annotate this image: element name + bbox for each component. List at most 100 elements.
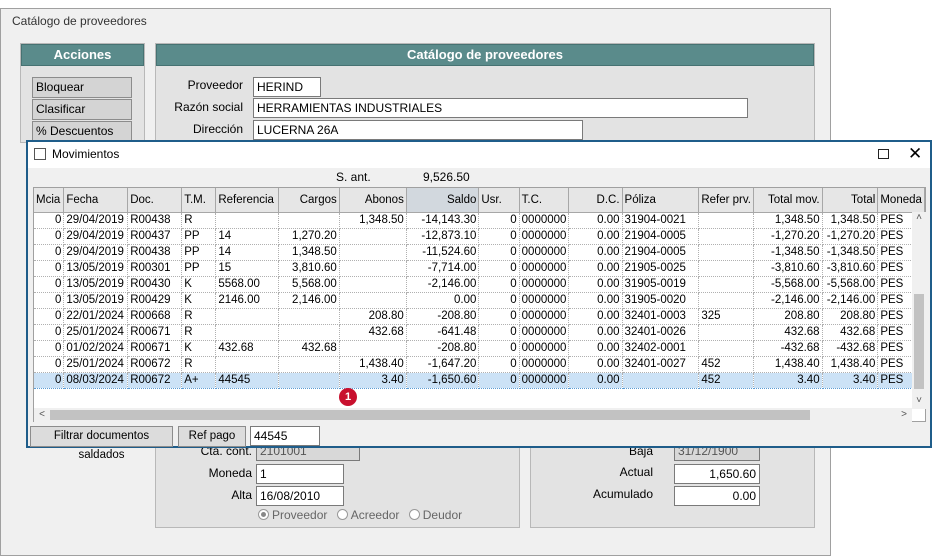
- alta-field[interactable]: 16/08/2010: [256, 486, 344, 506]
- scroll-up-icon[interactable]: ˄: [912, 212, 926, 224]
- vertical-scroll-thumb[interactable]: [914, 294, 924, 389]
- column-header[interactable]: Mcia: [34, 188, 65, 213]
- actual-field[interactable]: 1,650.60: [674, 464, 760, 484]
- table-cell: 31905-0020: [622, 292, 700, 309]
- column-header[interactable]: Total: [822, 188, 879, 213]
- razon-social-field[interactable]: HERRAMIENTAS INDUSTRIALES: [253, 98, 748, 118]
- proveedor-field[interactable]: HERIND: [253, 77, 321, 97]
- column-header[interactable]: Póliza: [622, 188, 700, 213]
- table-cell: A+: [181, 371, 217, 389]
- table-row[interactable]: 0 22/01/2024 R00668 R 208.80 -208.80 0 0000000 0…: [34, 308, 925, 325]
- table-cell: PP: [181, 244, 217, 261]
- table-row[interactable]: 0 29/04/2019 R00438 PP 14 1,348.50 -11,524.60 0…: [34, 244, 925, 261]
- table-cell: PP: [181, 228, 217, 245]
- table-row[interactable]: 0 29/04/2019 R00438 R 1,348.50 -14,143.30 0 000…: [34, 212, 925, 229]
- table-cell: [278, 212, 340, 229]
- ref-pago-button[interactable]: Ref pago: [178, 426, 246, 447]
- table-cell: 01/02/2024: [63, 340, 129, 357]
- filtrar-saldados-button[interactable]: Filtrar documentos saldados: [30, 426, 173, 461]
- bloquear-button[interactable]: Bloquear: [32, 77, 132, 98]
- column-header[interactable]: Refer prv.: [698, 188, 754, 213]
- column-header[interactable]: D.C.: [568, 188, 623, 213]
- column-header[interactable]: Referencia: [215, 188, 280, 213]
- table-cell: [215, 356, 280, 373]
- table-cell: -1,270.20: [822, 228, 879, 245]
- column-header[interactable]: Fecha: [63, 188, 129, 213]
- table-cell: 14: [215, 244, 280, 261]
- radio-deudor[interactable]: Deudor: [408, 508, 462, 522]
- column-header[interactable]: Saldo: [406, 188, 480, 213]
- table-cell: 0: [34, 292, 65, 309]
- table-cell: 22/01/2024: [63, 308, 129, 325]
- table-cell: K: [181, 292, 217, 309]
- table-cell: 0: [34, 356, 65, 373]
- movimientos-window: Movimientos ✕ S. ant. 9,526.50 Mcia Fecha…: [26, 140, 932, 461]
- saldo-anterior-label: S. ant.: [336, 170, 371, 184]
- movimientos-table: Mcia Fecha Doc. T.M. Referencia Cargos Abonos S…: [34, 188, 925, 389]
- column-header[interactable]: Cargos: [278, 188, 340, 213]
- descuentos-button[interactable]: % Descuentos: [32, 121, 132, 142]
- table-cell: -208.80: [406, 308, 480, 325]
- table-cell: 208.80: [753, 308, 823, 325]
- table-cell: 0.00: [568, 260, 623, 277]
- column-header[interactable]: Total mov.: [753, 188, 823, 213]
- table-cell: 0: [34, 308, 65, 325]
- table-row[interactable]: 0 25/01/2024 R00671 R 432.68 -641.48 0 0000000 0…: [34, 324, 925, 341]
- scroll-down-icon[interactable]: ˅: [912, 395, 926, 407]
- table-row[interactable]: 0 13/05/2019 R00430 K 5568.00 5,568.00 -2,146.…: [34, 276, 925, 293]
- ref-pago-field[interactable]: 44545: [250, 426, 320, 446]
- table-row[interactable]: 0 13/05/2019 R00429 K 2146.00 2,146.00 0.00 0 00…: [34, 292, 925, 309]
- table-cell: 0.00: [568, 212, 623, 229]
- radio-proveedor[interactable]: Proveedor: [258, 508, 327, 522]
- horizontal-scroll-thumb[interactable]: [50, 410, 810, 420]
- column-header[interactable]: Moneda: [877, 188, 925, 213]
- table-cell: 0000000: [519, 324, 570, 341]
- scroll-left-icon[interactable]: <: [36, 409, 48, 421]
- radio-acreedor[interactable]: Acreedor: [336, 508, 399, 522]
- table-cell: 3,810.60: [278, 260, 340, 277]
- direccion-field[interactable]: LUCERNA 26A: [253, 120, 583, 140]
- table-cell: -3,810.60: [753, 260, 823, 277]
- table-cell: -1,270.20: [753, 228, 823, 245]
- table-cell: 452: [698, 371, 754, 389]
- maximize-icon[interactable]: [878, 149, 889, 159]
- moneda-field[interactable]: 1: [256, 464, 344, 484]
- table-cell: [698, 324, 754, 341]
- table-row[interactable]: 0 08/03/2024 R00672 A+ 44545 3.40 -1,650.60 0 00…: [34, 371, 925, 389]
- table-cell: 432.68: [822, 324, 879, 341]
- table-cell: [215, 324, 280, 341]
- close-icon[interactable]: ✕: [908, 144, 922, 164]
- table-cell: -641.48: [406, 324, 480, 341]
- column-header[interactable]: Usr.: [478, 188, 520, 213]
- table-cell: R00672: [127, 356, 183, 373]
- column-header[interactable]: Abonos: [339, 188, 407, 213]
- acumulado-field[interactable]: 0.00: [674, 486, 760, 506]
- table-cell: 0000000: [519, 340, 570, 357]
- table-row[interactable]: 0 25/01/2024 R00672 R 1,438.40 -1,647.20 0 0000…: [34, 356, 925, 373]
- table-row[interactable]: 0 29/04/2019 R00437 PP 14 1,270.20 -12,873.10 0…: [34, 228, 925, 245]
- table-cell: [339, 228, 407, 245]
- table-cell: 44545: [215, 371, 280, 389]
- table-cell: -1,647.20: [406, 356, 480, 373]
- table-cell: 0000000: [519, 308, 570, 325]
- table-cell: 0: [478, 260, 520, 277]
- scroll-right-icon[interactable]: >: [898, 409, 910, 421]
- window-checkbox-icon[interactable]: [34, 148, 46, 160]
- column-header[interactable]: T.C.: [519, 188, 570, 213]
- clasificar-button[interactable]: Clasificar: [32, 99, 132, 120]
- actual-label: Actual: [619, 465, 653, 479]
- table-cell: 432.68: [753, 324, 823, 341]
- column-header[interactable]: Doc.: [127, 188, 183, 213]
- table-cell: 0: [34, 212, 65, 229]
- table-row[interactable]: 0 13/05/2019 R00301 PP 15 3,810.60 -7,714.00 0 0…: [34, 260, 925, 277]
- table-cell: 1,348.50: [822, 212, 879, 229]
- table-cell: 1,348.50: [278, 244, 340, 261]
- table-cell: 0000000: [519, 228, 570, 245]
- table-cell: [698, 260, 754, 277]
- table-cell: 25/01/2024: [63, 324, 129, 341]
- table-cell: 0000000: [519, 292, 570, 309]
- table-cell: R00671: [127, 340, 183, 357]
- column-header[interactable]: T.M.: [181, 188, 217, 213]
- table-row[interactable]: 0 01/02/2024 R00671 K 432.68 432.68 -208.80 0 00…: [34, 340, 925, 357]
- table-cell: 0.00: [568, 244, 623, 261]
